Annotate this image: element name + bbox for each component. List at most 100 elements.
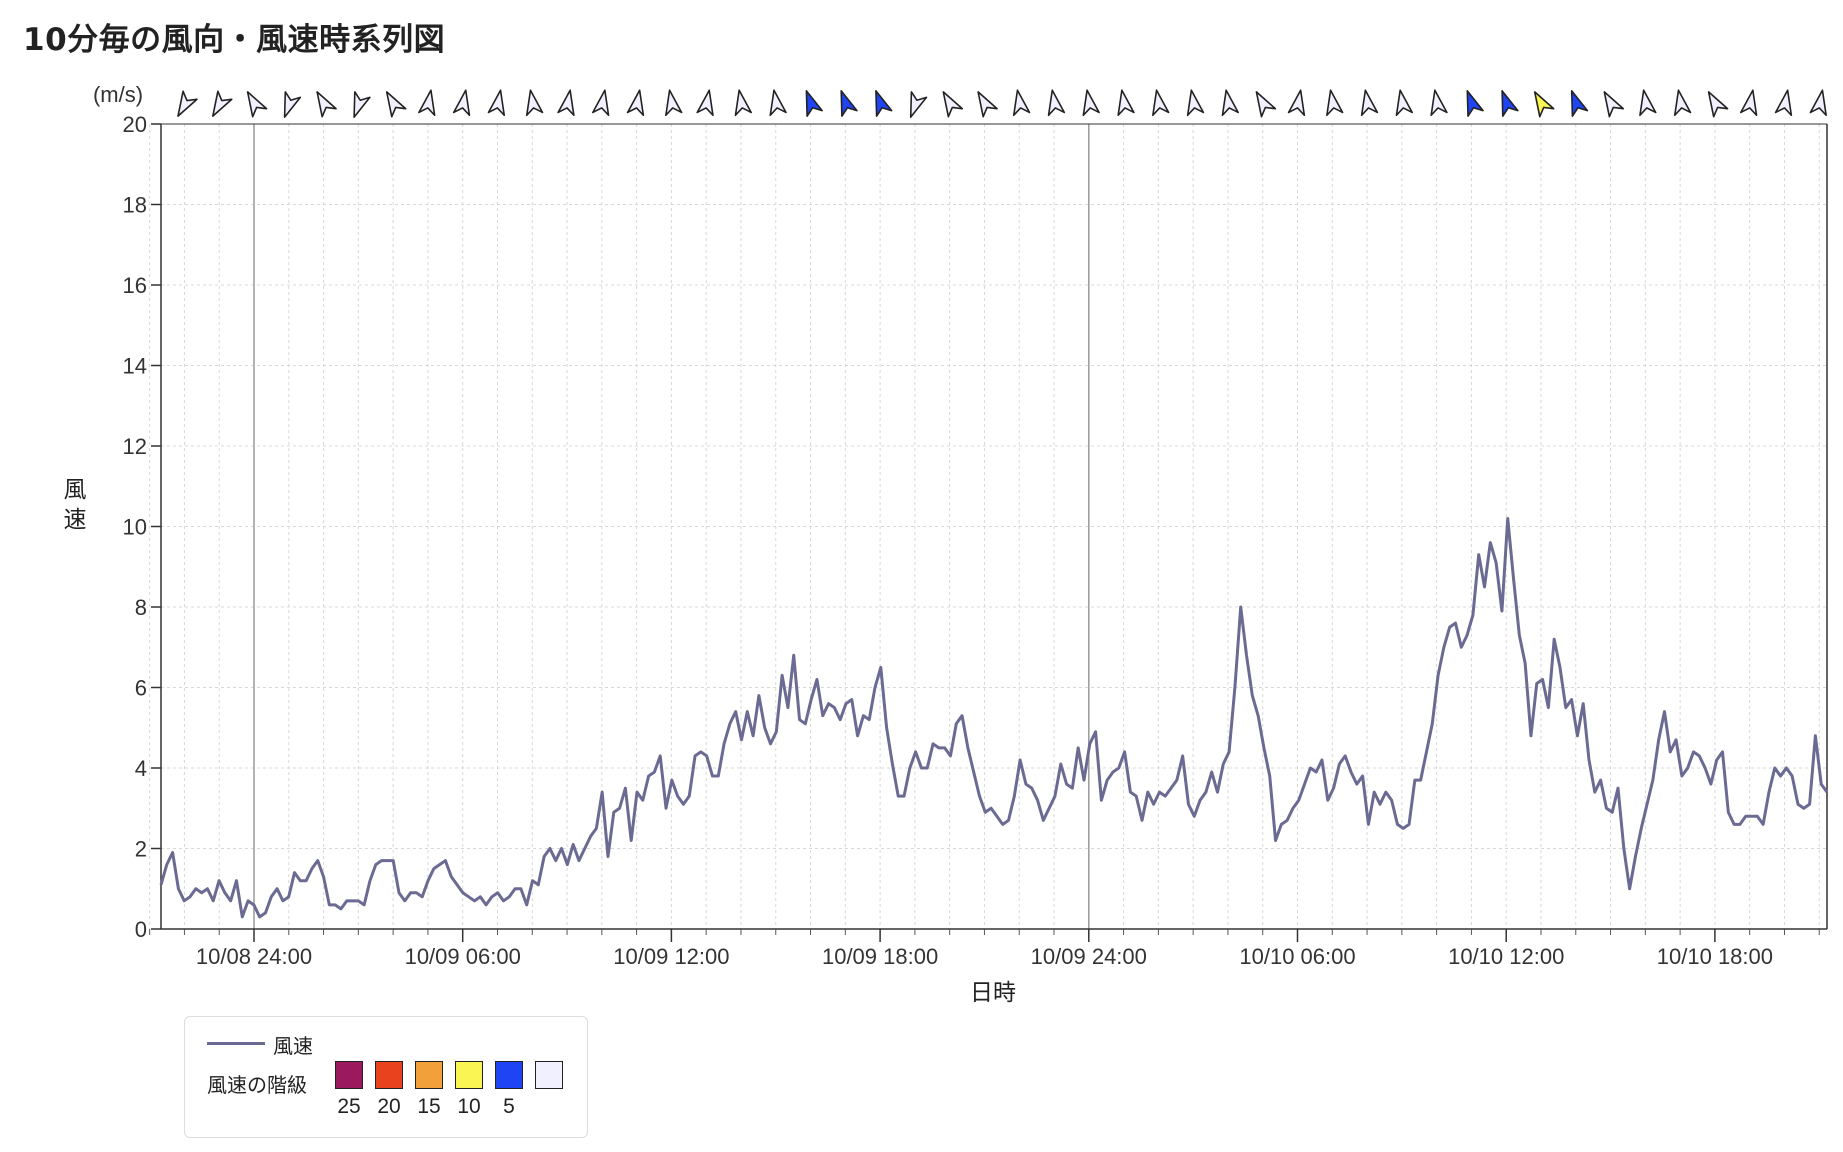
wind-arrow-shape (805, 90, 823, 117)
wind-arrow (1673, 89, 1692, 117)
x-tick-label: 10/10 06:00 (1239, 944, 1355, 969)
y-tick-label: 2 (135, 837, 147, 862)
wind-arrow-shape (1255, 91, 1277, 118)
x-tick-label: 10/10 18:00 (1657, 944, 1773, 969)
wind-arrow-shape (1221, 89, 1240, 117)
wind-arrow-shape (525, 89, 544, 117)
y-axis-title-char-1: 風 (64, 477, 87, 503)
wind-arrow (246, 91, 268, 118)
wind-arrow (385, 91, 407, 118)
wind-arrow (1603, 91, 1625, 118)
x-tick-label: 10/08 24:00 (196, 944, 312, 969)
legend-swatch (375, 1061, 403, 1089)
wind-arrow (1082, 89, 1100, 117)
legend-swatch (495, 1061, 523, 1089)
wind-arrow-shape (1186, 89, 1205, 117)
wind-arrow-shape (1533, 91, 1555, 118)
wind-arrow-shape (696, 89, 714, 117)
wind-arrow (452, 89, 471, 117)
wind-arrow (557, 89, 575, 117)
wind-arrow (805, 90, 823, 117)
wind-arrow (1326, 89, 1344, 117)
wind-arrow-shape (1739, 89, 1758, 117)
wind-arrow-shape (626, 89, 645, 117)
wind-arrow-shape (1152, 89, 1170, 117)
y-tick-label: 10 (123, 515, 147, 540)
wind-arrow-shape (212, 90, 233, 117)
x-tick-label: 10/09 18:00 (822, 944, 938, 969)
wind-arrow (1255, 91, 1277, 118)
wind-arrow (591, 89, 610, 117)
x-tick-label: 10/10 12:00 (1448, 944, 1564, 969)
wind-arrow (1430, 89, 1448, 117)
x-axis-title: 日時 (970, 980, 1016, 1006)
legend-swatch (335, 1061, 363, 1089)
legend-swatch-label: 15 (417, 1095, 441, 1118)
wind-arrow-shape (769, 89, 787, 117)
wind-arrow (942, 91, 964, 118)
y-tick-label: 20 (123, 112, 147, 137)
wind-arrow (283, 91, 302, 118)
wind-arrow-shape (1603, 91, 1625, 118)
wind-arrow (909, 91, 928, 118)
y-tick-label: 0 (135, 917, 147, 942)
x-ticks: 10/08 24:00 10/09 06:00 10/09 12:00 10/09 1… (149, 929, 1820, 969)
wind-arrow-shape (1501, 90, 1519, 117)
wind-arrow-shape (909, 91, 928, 118)
wind-arrow-shape (840, 90, 858, 117)
wind-arrow-shape (1395, 89, 1414, 117)
y-tick-label: 16 (123, 273, 147, 298)
wind-arrow-shape (1639, 89, 1657, 117)
wind-arrow (212, 90, 233, 117)
wind-arrow-shape (1287, 89, 1306, 117)
y-tick-label: 18 (123, 193, 147, 218)
wind-arrow (1639, 89, 1657, 117)
wind-arrow (525, 89, 544, 117)
wind-arrow-shape (557, 89, 575, 117)
wind-arrow (1360, 89, 1379, 117)
wind-arrow (769, 89, 787, 117)
wind-arrow (1117, 89, 1135, 117)
legend-swatch-label: 10 (457, 1095, 481, 1118)
wind-arrow (696, 89, 714, 117)
x-tick-label: 10/09 12:00 (613, 944, 729, 969)
wind-speed-line (159, 516, 1829, 919)
wind-arrow (1221, 89, 1240, 117)
wind-arrow-shape (1360, 89, 1379, 117)
wind-arrow-shape (734, 89, 753, 117)
wind-arrow-shape (1082, 89, 1100, 117)
y-tick-label: 8 (135, 595, 147, 620)
legend-swatch (415, 1061, 443, 1089)
wind-arrow (1186, 89, 1205, 117)
wind-arrow (875, 90, 893, 117)
wind-arrow-shape (1673, 89, 1692, 117)
wind-arrow-shape (875, 90, 893, 117)
legend-classes-label: 風速の階級 (207, 1073, 307, 1097)
wind-arrow-shape (1707, 91, 1729, 118)
wind-arrow (734, 89, 753, 117)
wind-arrow-shape (665, 89, 683, 117)
wind-arrow-shape (487, 89, 506, 117)
wind-arrow-shape (1326, 89, 1344, 117)
grid (149, 123, 1827, 930)
wind-arrow-shape (1809, 89, 1827, 117)
legend-swatch (455, 1061, 483, 1089)
wind-arrow-shape (385, 91, 407, 118)
wind-arrow-shape (246, 91, 268, 118)
wind-arrow-shape (1047, 89, 1066, 117)
legend-line-swatch (207, 1042, 265, 1045)
wind-arrow-shape (942, 91, 964, 118)
wind-arrow (1287, 89, 1306, 117)
wind-arrow (487, 89, 506, 117)
y-tick-label: 14 (123, 354, 147, 379)
wind-arrow (665, 89, 683, 117)
wind-arrow-shape (452, 89, 471, 117)
wind-arrow-shape (283, 91, 302, 118)
wind-arrow (1774, 89, 1793, 117)
y-ticks: 0 2 4 6 8 10 12 14 16 18 20 (123, 112, 161, 942)
wind-arrow (1570, 90, 1589, 117)
wind-arrow (316, 91, 337, 118)
wind-arrow (977, 91, 998, 118)
wind-arrow-shape (1117, 89, 1135, 117)
wind-arrow (1047, 89, 1066, 117)
